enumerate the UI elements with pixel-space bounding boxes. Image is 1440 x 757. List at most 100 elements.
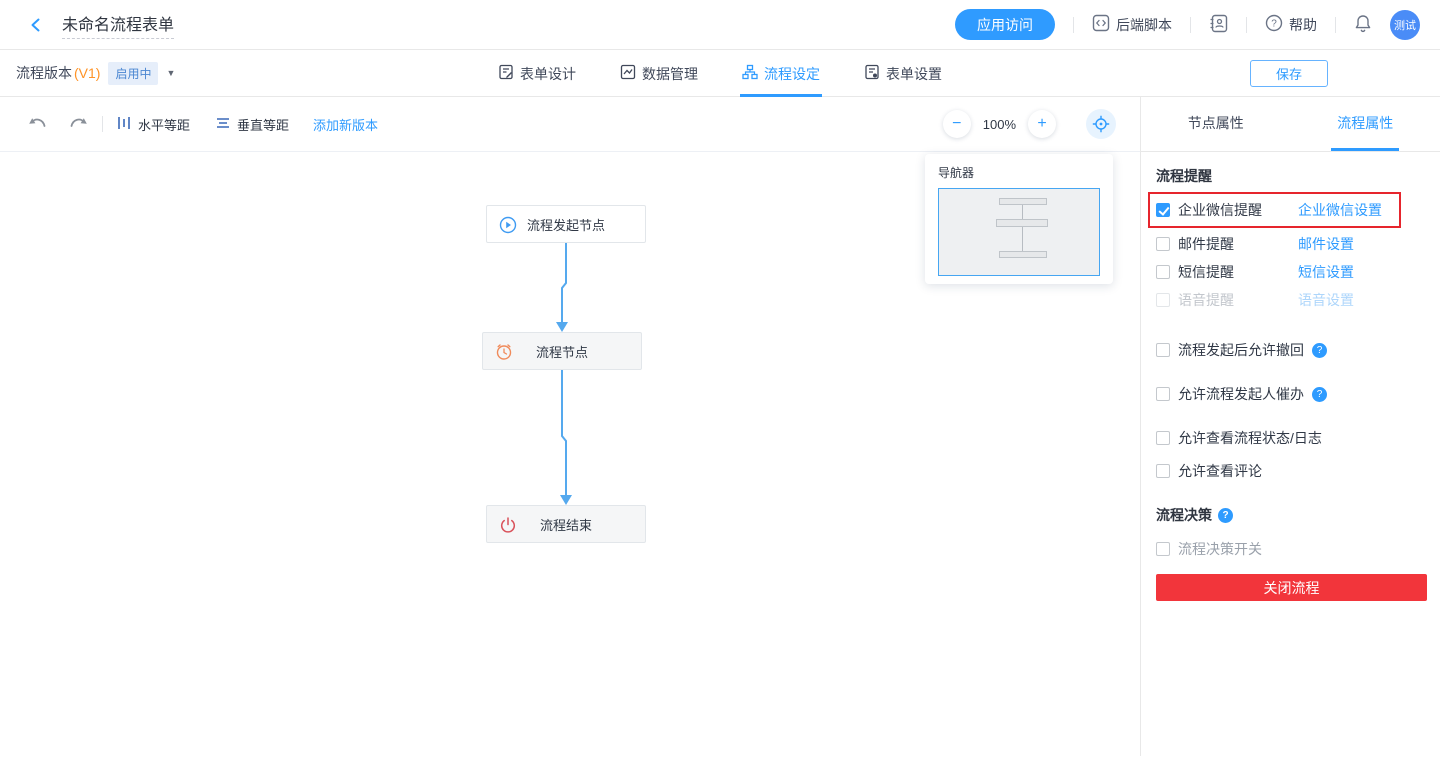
highlight-red-box: 企业微信提醒 企业微信设置 bbox=[1148, 192, 1401, 228]
divider bbox=[1073, 17, 1074, 33]
sidebar-tab-bar: 节点属性 流程属性 bbox=[1141, 97, 1440, 152]
version-group: 流程版本 (V1) 启用中 ▼ bbox=[16, 62, 175, 85]
close-flow-button[interactable]: 关闭流程 bbox=[1156, 574, 1427, 601]
properties-sidebar: 节点属性 流程属性 流程提醒 企业微信提醒 企业微信设置 邮件提醒 邮件设置 bbox=[1140, 97, 1440, 756]
reminder-label: 邮件提醒 bbox=[1178, 234, 1298, 254]
zoom-level: 100% bbox=[983, 117, 1016, 132]
help-question-icon[interactable]: ? bbox=[1312, 387, 1327, 402]
option-label: 允许查看评论 bbox=[1178, 461, 1262, 481]
locate-target-button[interactable] bbox=[1086, 109, 1116, 139]
email-settings-link[interactable]: 邮件设置 bbox=[1298, 234, 1354, 254]
help-question-icon[interactable]: ? bbox=[1218, 508, 1233, 523]
zoom-out-button[interactable]: − bbox=[943, 110, 971, 138]
tab-label: 节点属性 bbox=[1182, 97, 1250, 151]
sms-reminder-checkbox[interactable] bbox=[1156, 265, 1170, 279]
wechat-settings-link[interactable]: 企业微信设置 bbox=[1298, 200, 1382, 220]
flow-icon bbox=[742, 64, 758, 83]
view-comments-checkbox[interactable] bbox=[1156, 464, 1170, 478]
horizontal-spacing-button[interactable]: 水平等距 bbox=[117, 115, 190, 134]
reminder-section-title: 流程提醒 bbox=[1156, 166, 1426, 186]
flow-node-label: 流程结束 bbox=[540, 515, 592, 534]
bell-icon bbox=[1354, 14, 1372, 36]
vertical-spacing-label: 垂直等距 bbox=[237, 115, 289, 134]
backend-script-button[interactable]: 后端脚本 bbox=[1092, 14, 1172, 35]
flow-node-label: 流程节点 bbox=[536, 342, 588, 361]
back-icon[interactable] bbox=[24, 13, 48, 37]
status-badge: 启用中 bbox=[108, 62, 158, 85]
help-question-icon[interactable]: ? bbox=[1312, 343, 1327, 358]
tab-form-design[interactable]: 表单设计 bbox=[496, 50, 578, 97]
tab-label: 表单设置 bbox=[886, 64, 942, 84]
reminder-row-sms: 短信提醒 短信设置 bbox=[1156, 258, 1426, 286]
minimap-connector bbox=[1022, 227, 1023, 251]
flow-node-start[interactable]: 流程发起节点 bbox=[486, 205, 646, 243]
undo-icon[interactable] bbox=[28, 116, 48, 132]
sms-settings-link[interactable]: 短信设置 bbox=[1298, 262, 1354, 282]
subheader: 流程版本 (V1) 启用中 ▼ 表单设计 数据管理 流程设定 表单设置 保存 bbox=[0, 50, 1440, 97]
svg-text:?: ? bbox=[1271, 19, 1277, 30]
vertical-spacing-button[interactable]: 垂直等距 bbox=[216, 115, 289, 134]
reminder-label: 企业微信提醒 bbox=[1178, 200, 1298, 220]
version-label: 流程版本 bbox=[16, 63, 72, 83]
help-icon: ? bbox=[1265, 14, 1283, 35]
zoom-in-button[interactable]: + bbox=[1028, 110, 1056, 138]
decision-switch-checkbox[interactable] bbox=[1156, 542, 1170, 556]
add-version-link[interactable]: 添加新版本 bbox=[313, 115, 378, 134]
decision-section-title: 流程决策 ? bbox=[1156, 505, 1426, 525]
canvas-body[interactable]: 流程发起节点 流程节点 流程结束 导航器 bbox=[0, 152, 1140, 756]
allow-withdraw-checkbox[interactable] bbox=[1156, 343, 1170, 357]
tab-label: 数据管理 bbox=[642, 64, 698, 84]
divider bbox=[102, 116, 103, 132]
vertical-spacing-icon bbox=[216, 116, 230, 133]
reminder-row-voice: 语音提醒 语音设置 bbox=[1156, 286, 1426, 314]
option-label: 流程发起后允许撤回 bbox=[1178, 340, 1304, 360]
horizontal-spacing-label: 水平等距 bbox=[138, 115, 190, 134]
canvas-toolbar: 水平等距 垂直等距 添加新版本 − 100% + bbox=[0, 97, 1140, 152]
main-tab-bar: 表单设计 数据管理 流程设定 表单设置 bbox=[476, 50, 964, 97]
navigator-title: 导航器 bbox=[938, 164, 1100, 181]
option-row-view-comments: 允许查看评论 bbox=[1156, 461, 1426, 481]
power-icon bbox=[499, 516, 517, 534]
allow-urge-checkbox[interactable] bbox=[1156, 387, 1170, 401]
tab-label: 流程属性 bbox=[1331, 97, 1399, 151]
voice-settings-link: 语音设置 bbox=[1298, 290, 1354, 310]
email-reminder-checkbox[interactable] bbox=[1156, 237, 1170, 251]
wechat-reminder-checkbox[interactable] bbox=[1156, 203, 1170, 217]
avatar[interactable]: 测试 bbox=[1390, 10, 1420, 40]
option-row-withdraw: 流程发起后允许撤回 ? bbox=[1156, 340, 1426, 360]
tab-node-properties[interactable]: 节点属性 bbox=[1141, 97, 1291, 151]
navigator-minimap[interactable] bbox=[938, 188, 1100, 276]
page-title[interactable]: 未命名流程表单 bbox=[62, 11, 174, 39]
notifications-button[interactable] bbox=[1354, 14, 1372, 36]
code-icon bbox=[1092, 14, 1110, 35]
flow-node-label: 流程发起节点 bbox=[527, 215, 605, 234]
tab-flow-properties[interactable]: 流程属性 bbox=[1291, 97, 1440, 151]
save-button[interactable]: 保存 bbox=[1250, 60, 1328, 87]
flow-node-end[interactable]: 流程结束 bbox=[486, 505, 646, 543]
chevron-down-icon[interactable]: ▼ bbox=[166, 68, 175, 78]
data-chart-icon bbox=[620, 64, 636, 83]
tab-form-settings[interactable]: 表单设置 bbox=[862, 50, 944, 97]
decision-title-label: 流程决策 bbox=[1156, 505, 1212, 525]
app-header: 未命名流程表单 应用访问 后端脚本 ? 帮助 测试 bbox=[0, 0, 1440, 50]
option-label: 允许查看流程状态/日志 bbox=[1178, 428, 1322, 448]
option-row-decision-switch: 流程决策开关 bbox=[1156, 539, 1426, 559]
divider bbox=[1335, 17, 1336, 33]
flow-node-middle[interactable]: 流程节点 bbox=[482, 332, 642, 370]
option-label: 允许流程发起人催办 bbox=[1178, 384, 1304, 404]
option-row-view-status: 允许查看流程状态/日志 bbox=[1156, 428, 1426, 448]
flow-canvas: 水平等距 垂直等距 添加新版本 − 100% + bbox=[0, 97, 1140, 756]
help-button[interactable]: ? 帮助 bbox=[1265, 14, 1317, 35]
divider bbox=[1246, 17, 1247, 33]
view-status-checkbox[interactable] bbox=[1156, 431, 1170, 445]
tab-data-management[interactable]: 数据管理 bbox=[618, 50, 700, 97]
contacts-button[interactable] bbox=[1209, 14, 1228, 36]
voice-reminder-checkbox bbox=[1156, 293, 1170, 307]
redo-icon[interactable] bbox=[68, 116, 88, 132]
app-access-button[interactable]: 应用访问 bbox=[955, 9, 1055, 40]
tab-flow-settings[interactable]: 流程设定 bbox=[740, 50, 822, 97]
reminder-label: 短信提醒 bbox=[1178, 262, 1298, 282]
minimap-node bbox=[999, 251, 1047, 258]
play-icon bbox=[499, 216, 517, 234]
tab-label: 表单设计 bbox=[520, 64, 576, 84]
